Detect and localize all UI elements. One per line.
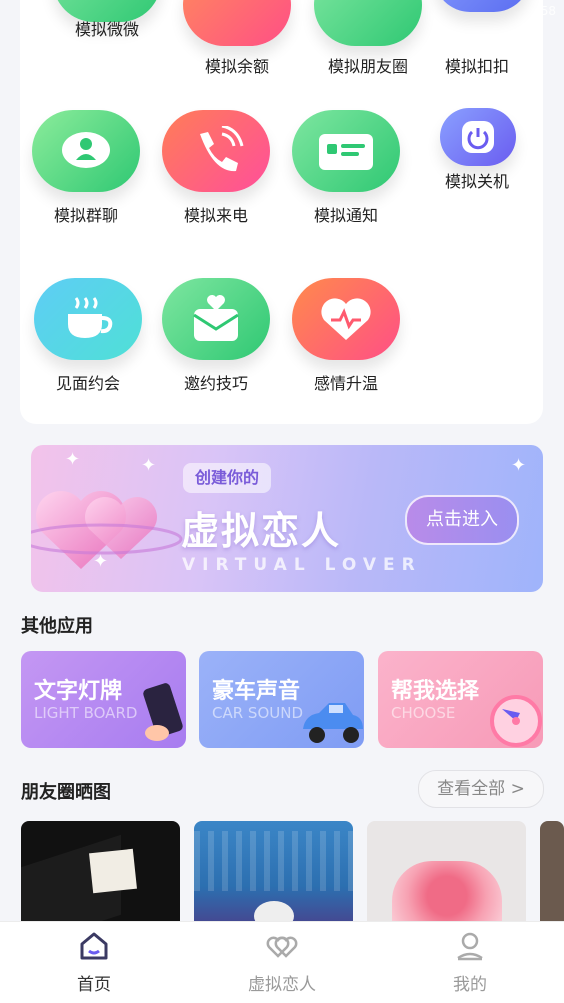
banner-subtitle: VIRTUAL LOVER	[182, 555, 422, 575]
app-card-light-board[interactable]: 文字灯牌 LIGHT BOARD	[21, 651, 186, 748]
profile-icon	[457, 932, 483, 961]
grid-item-label: 模拟群聊	[53, 206, 118, 225]
feature-grid-card: 模拟微微 模拟余额 模拟朋友圈 模拟扣扣 模拟群聊 模拟来电 模拟通知 模拟关机	[20, 0, 543, 424]
app-card-title: 帮我选择	[391, 679, 480, 704]
toy-car-icon	[303, 703, 363, 743]
tab-virtual-lover[interactable]: 虚拟恋人	[188, 922, 376, 1003]
tab-label: 首页	[77, 975, 111, 995]
grid-item-label: 模拟扣扣	[444, 57, 509, 76]
grid-item-label: 模拟来电	[183, 206, 248, 225]
pool-water-shape	[194, 831, 353, 891]
sparkle-icon: ✦	[511, 455, 527, 476]
power-icon	[440, 108, 516, 166]
grid-item-label: 模拟关机	[444, 172, 509, 191]
notification-card-icon	[292, 110, 400, 192]
phone-sign-icon	[143, 683, 183, 741]
tab-home[interactable]: 首页	[0, 922, 188, 1003]
moment-photo[interactable]	[540, 821, 564, 931]
app-card-car-sound[interactable]: 豪车声音 CAR SOUND	[199, 651, 364, 748]
tab-label: 我的	[453, 975, 487, 995]
coffee-cup-icon	[34, 278, 142, 360]
perfume-box-shape	[89, 848, 137, 894]
section-title-moments: 朋友圈晒图	[21, 782, 111, 803]
hearts-icon	[266, 936, 298, 958]
see-all-button[interactable]: 查看全部 >	[418, 770, 544, 808]
hearts-decoration-icon	[31, 491, 183, 569]
grid-item-label: 感情升温	[313, 374, 378, 393]
home-icon	[80, 932, 108, 960]
heartbeat-icon	[292, 278, 400, 360]
grid-item-label: 模拟通知	[313, 206, 378, 225]
heart-envelope-icon	[162, 278, 270, 360]
app-card-subtitle: CHOOSE	[391, 704, 456, 722]
app-card-subtitle: CAR SOUND	[212, 704, 304, 722]
app-card-choose[interactable]: 帮我选择 CHOOSE	[378, 651, 543, 748]
grid-item-label: 见面约会	[55, 374, 120, 393]
moment-photo[interactable]	[21, 821, 180, 931]
enter-button[interactable]: 点击进入	[405, 495, 519, 545]
sparkle-icon: ✦	[93, 551, 109, 572]
moment-photo[interactable]	[194, 821, 353, 931]
bottom-tab-bar: 首页 虚拟恋人 我的	[0, 921, 564, 1003]
grid-item-label: 邀约技巧	[183, 374, 248, 393]
penguin-icon	[434, 0, 530, 12]
app-card-title: 文字灯牌	[34, 679, 123, 704]
wallet-icon	[183, 0, 291, 46]
app-card-subtitle: LIGHT BOARD	[34, 704, 138, 722]
app-card-title: 豪车声音	[212, 679, 301, 704]
tab-label: 虚拟恋人	[248, 975, 316, 995]
grid-item-label: 模拟微微	[74, 20, 139, 39]
spinner-wheel-icon	[490, 695, 542, 747]
banner-title: 虚拟恋人	[181, 509, 342, 553]
banner-tag: 创建你的	[183, 463, 272, 493]
tab-profile[interactable]: 我的	[376, 922, 564, 1003]
moment-photo[interactable]	[367, 821, 526, 931]
sparkle-icon: ✦	[141, 455, 157, 476]
aperture-icon	[314, 0, 422, 46]
sparkle-icon: ✦	[65, 449, 81, 470]
virtual-lover-banner[interactable]: ✦ ✦ ✦ ✦ 创建你的 虚拟恋人 VIRTUAL LOVER 点击进入	[31, 445, 543, 592]
phone-call-icon	[162, 110, 270, 192]
grid-item-label: 模拟余额	[204, 57, 269, 76]
section-title-other-apps: 其他应用	[21, 616, 93, 637]
group-chat-icon	[32, 110, 140, 192]
